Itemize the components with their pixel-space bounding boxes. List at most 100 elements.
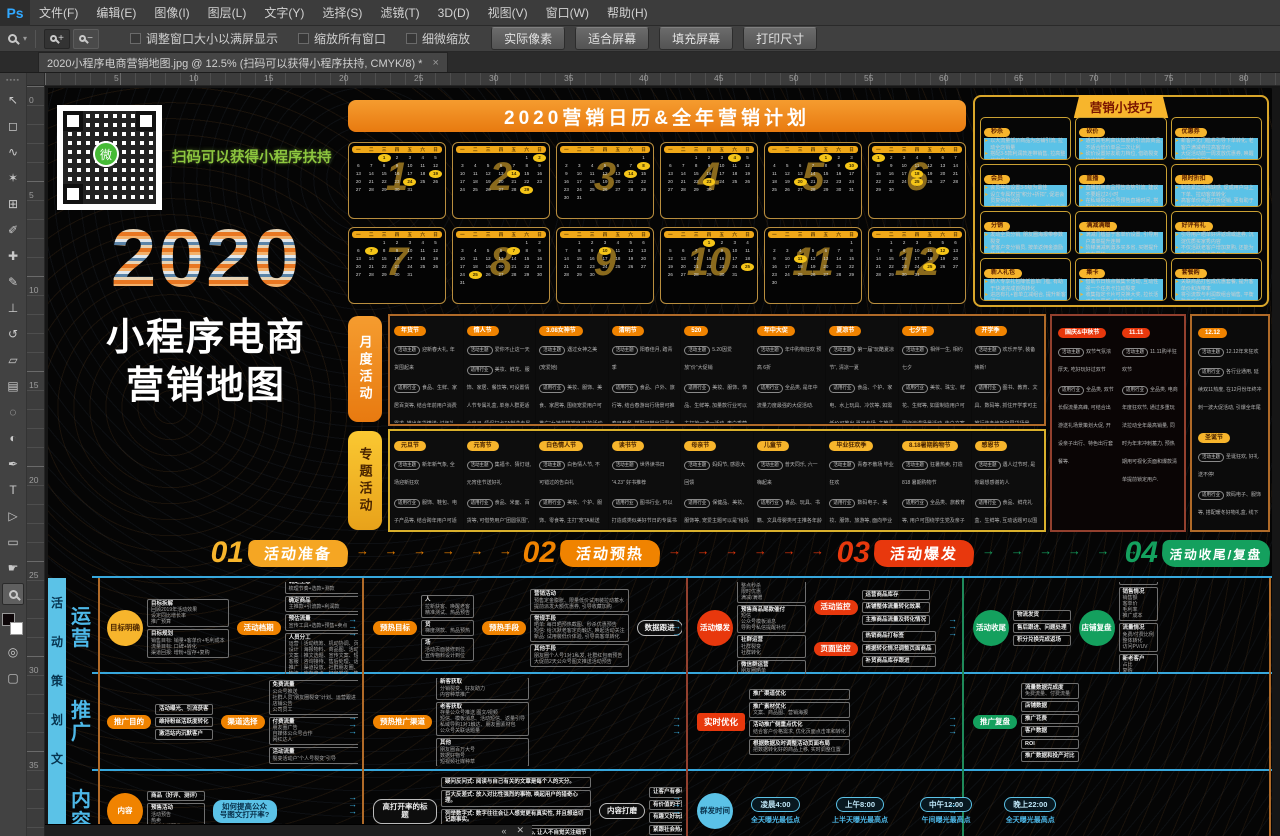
flow-node: 活动监控 — [814, 600, 858, 615]
flow-node: 推广目的 — [107, 715, 151, 730]
menu-item-5[interactable]: 选择(S) — [313, 0, 371, 26]
flow-node: 实时优化 — [697, 713, 745, 731]
topical-card-6: 毕业狂欢季活动主题青春不散场 毕业狂欢适用行业数码电子、美妆、服饰、旅游等, 面… — [826, 432, 898, 529]
flow-node: 预热手段 — [482, 621, 526, 636]
shape-tool[interactable]: ▭ — [2, 531, 24, 553]
menu-item-9[interactable]: 窗口(W) — [537, 0, 598, 26]
crop-tool[interactable]: ⊞ — [2, 193, 24, 215]
flow-node: 活动爆发 — [697, 610, 733, 646]
path-select-tool[interactable]: ▷ — [2, 505, 24, 527]
tip-card-9: 新人礼包➤新人专享礼包降低首单门槛, 有助于快速完成首购转化➤进店有礼+首单立减… — [980, 258, 1071, 301]
qr-code: 微 — [57, 105, 162, 210]
option-checkbox-0[interactable]: 调整窗口大小以满屏显示 — [130, 30, 278, 47]
menu-item-2[interactable]: 图像(I) — [145, 0, 198, 26]
option-buttons: 实际像素适合屏幕填充屏幕打印尺寸 — [486, 27, 822, 50]
document-tab[interactable]: 2020小程序电商营销地图.jpg @ 12.5% (扫码可以获得小程序扶持, … — [38, 52, 448, 72]
screen-mode-icon[interactable]: ▢ — [2, 667, 24, 689]
menu-item-3[interactable]: 图层(L) — [199, 0, 256, 26]
flow-node: 活动档期 — [237, 621, 281, 636]
overlay-close-icon[interactable]: ✕ — [516, 825, 524, 836]
option-button-0[interactable]: 实际像素 — [491, 27, 565, 50]
topical-card-8: 感恩节活动主题遇人过节时, 是你最想感谢的人适用行业食品、鲜花礼盒、生鲜等, 互… — [972, 432, 1044, 529]
tips-title: 营销小技巧 — [1074, 95, 1169, 118]
menu-item-0[interactable]: 文件(F) — [30, 0, 87, 26]
flow-arrows-7: → → → — [672, 794, 681, 815]
flow-node: 如何提高公众号图文打开率? — [213, 800, 277, 823]
menu-items: 文件(F)编辑(E)图像(I)图层(L)文字(Y)选择(S)滤镜(T)3D(D)… — [30, 0, 657, 26]
zoom-tool[interactable] — [2, 583, 24, 605]
flow-node: 高打开率的标题 — [373, 799, 437, 824]
option-button-2[interactable]: 填充屏幕 — [659, 27, 733, 50]
menu-item-8[interactable]: 视图(V) — [479, 0, 537, 26]
history-brush-tool[interactable]: ↺ — [2, 323, 24, 345]
flow-node: 预热目标 — [373, 621, 417, 636]
move-tool[interactable]: ↖ — [2, 89, 24, 111]
tip-card-2: 优惠券➤新客户无门槛券引导下单转化, 老客户满减券拉高客单价➤大促活动前一周发放… — [1171, 117, 1262, 160]
calendar-weekday-header: 一二三四五六日 — [768, 231, 858, 238]
checkbox-icon — [406, 33, 417, 44]
canvas-area[interactable]: 微 扫码可以获得小程序扶持 2020 小程序电商 营销地图 2020营销日历&全… — [45, 86, 1280, 836]
calendar-weekday-header: 一二三四五六日 — [768, 146, 858, 153]
stage-label-02: 活动预热 — [559, 540, 661, 567]
type-tool[interactable]: T — [2, 479, 24, 501]
gradient-tool[interactable]: ▤ — [2, 375, 24, 397]
topical-activities-row: 元旦节活动主题新年新气象, 全场迎新狂欢适用行业服饰、鞋包、电子产品等, 结合跨… — [388, 429, 1046, 532]
pen-tool[interactable]: ✒ — [2, 453, 24, 475]
quick-mask-icon[interactable]: ◎ — [2, 641, 24, 663]
hand-tool[interactable]: ☛ — [2, 557, 24, 579]
option-checkbox-2[interactable]: 细微缩放 — [406, 30, 470, 47]
menu-item-6[interactable]: 滤镜(T) — [371, 0, 428, 26]
panel-grip-icon[interactable]: ▪▪▪▪ — [6, 77, 20, 84]
background-color[interactable] — [10, 622, 23, 635]
menu-item-1[interactable]: 编辑(E) — [87, 0, 145, 26]
calendar-weekday-header: 一二三四五六日 — [560, 231, 650, 238]
document-title: 2020小程序电商营销地图.jpg @ 12.5% (扫码可以获得小程序扶持, … — [47, 55, 422, 71]
lasso-tool[interactable]: ∿ — [2, 141, 24, 163]
sendtime-caption: 全天曝光最高点 — [1006, 815, 1055, 825]
menu-item-7[interactable]: 3D(D) — [429, 0, 479, 26]
option-checkbox-1[interactable]: 缩放所有窗口 — [298, 30, 386, 47]
healing-brush-tool[interactable]: ✚ — [2, 245, 24, 267]
eraser-tool[interactable]: ▱ — [2, 349, 24, 371]
color-swatches[interactable] — [2, 613, 24, 639]
sendtime-caption: 午间曝光最高点 — [922, 815, 971, 825]
eyedropper-tool[interactable]: ✐ — [2, 219, 24, 241]
zoom-in-toggle[interactable]: + — [44, 29, 70, 49]
marketing-tips-panel: 营销小技巧 秒杀➤以大流量低价商品为店铺引流, 拉动全店销量➤搭配3-5款利润款… — [973, 95, 1269, 307]
tip-card-4: 直播➤直播前用商品预告造势引流, 建议不要超过2小时➤在私域和公众号预告直播时间… — [1075, 164, 1166, 207]
monthly-card-7: 七夕节活动主题相伴一生, 相约七夕适用行业美妆、珠宝、鲜花、生鲜等, 如需制造用… — [899, 317, 971, 423]
calendar-month-8: 一二三四五六日812345678910111213141516171819202… — [452, 227, 550, 304]
dodge-tool[interactable]: ◐ — [2, 427, 24, 449]
magic-wand-tool[interactable]: ✶ — [2, 167, 24, 189]
calendar-month-7: 一二三四五六日712345678910111213141516171819202… — [348, 227, 446, 304]
flow-node: 店铺复盘 — [1079, 610, 1115, 646]
marquee-tool[interactable]: ◻ — [2, 115, 24, 137]
calendar-weekday-header: 一二三四五六日 — [352, 146, 442, 153]
calendar-month-2: 一二三四五六日212345678910111213141516171819202… — [452, 142, 550, 219]
collapse-icon[interactable]: « — [501, 826, 506, 836]
topical-activities-label: 专题活动 — [348, 431, 382, 530]
menu-item-4[interactable]: 文字(Y) — [255, 0, 313, 26]
brush-tool[interactable]: ✎ — [2, 271, 24, 293]
zoom-out-toggle[interactable]: − — [73, 29, 99, 49]
clone-stamp-tool[interactable]: ⊥ — [2, 297, 24, 319]
flow-node: 渠道选择 — [221, 715, 265, 730]
calendar-month-6: 一二三四五六日612345678910111213141516171819202… — [868, 142, 966, 219]
flow-arrows-0: → → → — [348, 616, 357, 637]
scan-hint-text: 扫码可以获得小程序扶持 — [172, 146, 332, 167]
calendar-weekday-header: 一二三四五六日 — [456, 146, 546, 153]
topical-card-3: 读书节活动主题世界读书日 “4.23” 好书推荐适用行业图书行业, 可以打造成类… — [609, 432, 681, 529]
close-icon[interactable]: × — [432, 57, 438, 69]
flow-arrows-2: → → → — [948, 616, 957, 637]
menu-item-10[interactable]: 帮助(H) — [598, 0, 657, 26]
calendar-banner: 2020营销日历&全年营销计划 — [348, 100, 966, 132]
flow-cell-r0c1: 预热目标人拉新获客、唤醒老客精准测试、热品预告货梯度测款、热品预热场活动页面装修… — [370, 582, 682, 674]
blur-tool[interactable]: ◌ — [2, 401, 24, 423]
calendar-weekday-header: 一二三四五六日 — [456, 231, 546, 238]
tool-preset-chevron-icon[interactable]: ▾ — [23, 34, 27, 43]
tip-card-11: 套餐购➤关联商品打包成优惠套餐, 提升客单价和连带率➤将引流款与利润款组合销售,… — [1171, 258, 1262, 301]
calendar-days: 1234567891011121314151617181920212223242… — [768, 154, 858, 194]
option-button-1[interactable]: 适合屏幕 — [575, 27, 649, 50]
checkbox-icon — [298, 33, 309, 44]
option-button-3[interactable]: 打印尺寸 — [743, 27, 817, 50]
